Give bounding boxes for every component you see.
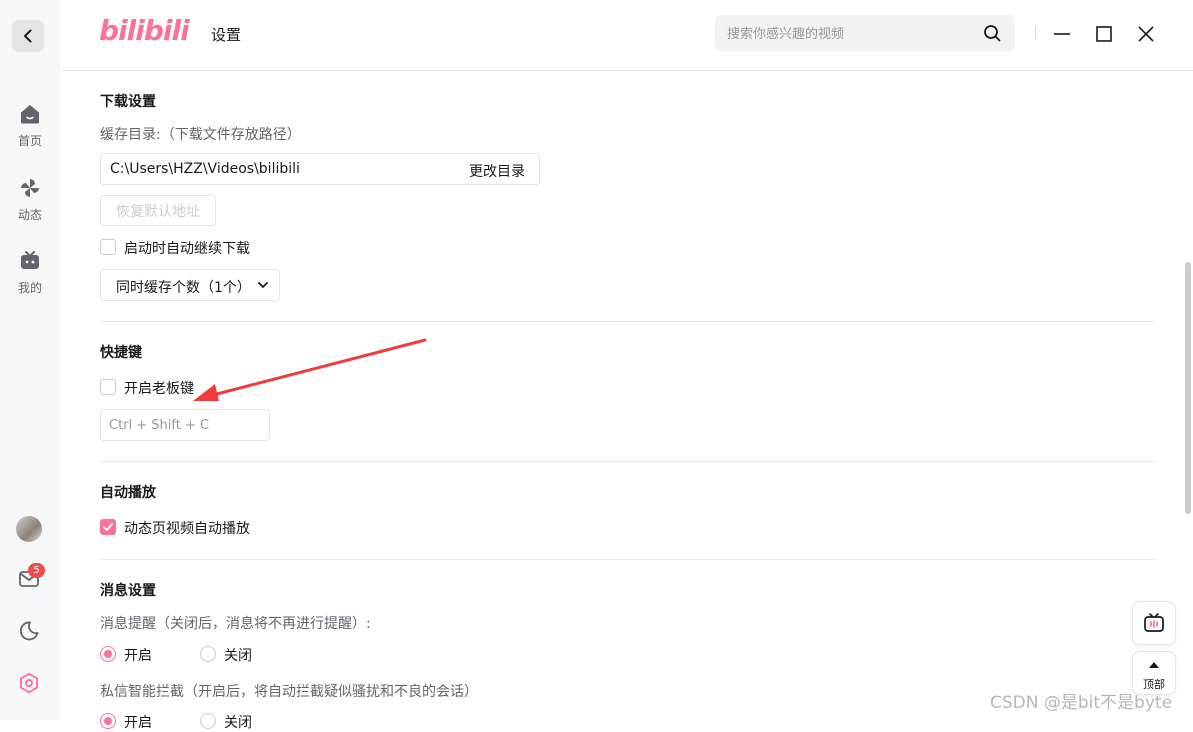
minimize-icon [1054,33,1070,35]
annotation-arrow [193,338,427,401]
tv-icon [1144,613,1164,632]
maximize-button[interactable] [1092,22,1116,46]
mini-player-button[interactable] [1132,601,1176,645]
section-divider [100,321,1155,322]
arrow-up-icon [1149,662,1159,668]
boss-key-label: 开启老板键 [124,381,194,397]
title-bar: bilibili 设置 [60,0,1193,71]
divider [1035,26,1036,40]
concurrent-downloads-select[interactable]: 同时缓存个数（1个） [100,269,280,301]
close-icon [1138,26,1154,42]
reminder-label: 消息提醒（关闭后，消息将不再进行提醒）: [100,616,371,632]
minimize-button[interactable] [1050,22,1074,46]
download-section-title: 下载设置 [100,94,156,110]
auto-resume-label: 启动时自动继续下载 [124,241,250,257]
watermark: CSDN @是bit不是byte [990,693,1173,713]
unread-badge: 5 [28,563,45,578]
sidebar-item-label: 我的 [17,281,42,295]
filter-label: 私信智能拦截（开启后，将自动拦截疑似骚扰和不良的会话） [100,684,478,700]
sidebar-item-label: 动态 [17,208,42,222]
boss-key-value: Ctrl + Shift + C [109,418,210,433]
filter-off-radio[interactable] [200,713,216,729]
sidebar-item-dynamic[interactable]: 动态 [0,176,60,223]
tv-icon [21,251,39,269]
page-title: 设置 [211,26,242,44]
maximize-icon [1096,26,1112,42]
settings-icon [20,672,38,694]
section-divider [100,559,1155,560]
cache-dir-label: 缓存目录:（下载文件存放路径） [100,127,301,143]
back-button[interactable] [12,20,44,52]
bilibili-logo: bilibili [99,14,190,47]
boss-key-checkbox[interactable] [100,379,116,395]
settings-button[interactable] [16,670,42,696]
cache-dir-value: C:\Users\HZZ\Videos\bilibili [110,161,300,177]
select-value: 同时缓存个数（1个） [116,280,251,296]
cache-dir-field: C:\Users\HZZ\Videos\bilibili 更改目录 [100,153,540,185]
pinwheel-icon [21,179,39,197]
reminder-on-radio[interactable] [100,646,116,662]
autoplay-section-title: 自动播放 [100,485,156,501]
scrollbar-thumb[interactable] [1185,262,1191,514]
feed-autoplay-checkbox[interactable] [100,519,116,535]
search-input[interactable] [725,15,979,53]
change-dir-button[interactable]: 更改目录 [469,161,525,181]
close-button[interactable] [1134,22,1158,46]
restore-default-button[interactable]: 恢复默认地址 [100,195,216,226]
shortcuts-section-title: 快捷键 [100,345,142,361]
sidebar: 首页 动态 我的 5 [0,0,60,720]
filter-on-label: 开启 [124,715,152,731]
filter-off-label: 关闭 [224,715,252,731]
feed-autoplay-label: 动态页视频自动播放 [124,521,250,537]
avatar[interactable] [16,516,42,542]
reminder-off-radio[interactable] [200,646,216,662]
auto-resume-checkbox[interactable] [100,239,116,255]
sidebar-item-label: 首页 [17,134,42,148]
messages-section-title: 消息设置 [100,583,156,599]
sidebar-item-mine[interactable]: 我的 [0,249,60,296]
filter-on-radio[interactable] [100,713,116,729]
chevron-left-icon [24,29,32,43]
boss-key-input[interactable]: Ctrl + Shift + C [100,409,270,441]
reminder-on-label: 开启 [124,648,152,664]
moon-icon [19,621,39,641]
chevron-down-icon [258,282,268,288]
search-box [715,15,1015,53]
sidebar-item-home[interactable]: 首页 [0,102,60,149]
theme-toggle[interactable] [16,618,42,644]
home-icon [21,105,39,124]
search-icon[interactable] [983,24,1001,42]
section-divider [100,461,1155,462]
reminder-off-label: 关闭 [224,648,252,664]
checkmark-icon [103,523,113,531]
